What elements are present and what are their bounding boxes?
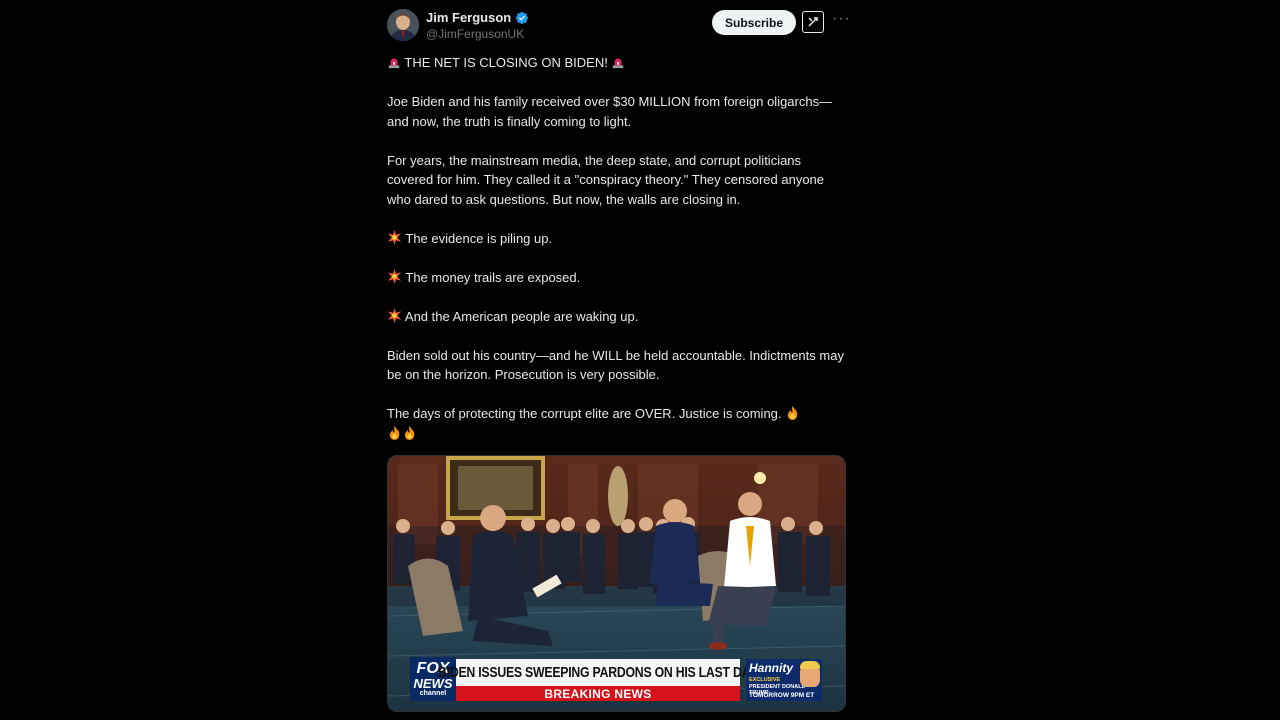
headline-text: THE NET IS CLOSING ON BIDEN! [404, 55, 608, 70]
bullet-text: The evidence is piling up. [405, 230, 553, 246]
fire-emoji-icon [787, 406, 798, 421]
paragraph: Biden sold out his country—and he WILL b… [387, 347, 844, 383]
collision-emoji-icon [387, 229, 402, 245]
collision-emoji-icon [387, 307, 402, 323]
siren-emoji-icon [388, 58, 400, 69]
video-media[interactable]: FOX NEWS channel BIDEN ISSUES SWEEPING P… [387, 455, 846, 712]
grok-icon[interactable] [802, 11, 824, 33]
promo-portrait-hair [800, 661, 820, 669]
fox-logo-bottom: channel [419, 690, 447, 697]
chyron-headline: BIDEN ISSUES SWEEPING PARDONS ON HIS LAS… [438, 664, 758, 681]
show-promo: Hannity EXCLUSIVE PRESIDENT DONALD TRUMP… [746, 659, 822, 701]
promo-line-1: EXCLUSIVE [749, 677, 781, 683]
paragraph: Joe Biden and his family received over $… [387, 93, 833, 129]
paragraph: For years, the mainstream media, the dee… [387, 152, 825, 207]
subscribe-button[interactable]: Subscribe [712, 10, 796, 35]
breaking-news-bar: BREAKING NEWS [456, 686, 740, 701]
siren-emoji-icon [613, 58, 624, 69]
bullet-line: The money trails are exposed. [387, 268, 847, 288]
bullet-line: The evidence is piling up. [387, 229, 847, 249]
author-handle[interactable]: @JimFergusonUK [426, 27, 524, 41]
tweet-text: THE NET IS CLOSING ON BIDEN! Joe Biden a… [387, 53, 847, 463]
breaking-news-label: BREAKING NEWS [544, 686, 652, 701]
closing-text: The days of protecting the corrupt elite… [387, 406, 782, 422]
chyron-headline-bar: BIDEN ISSUES SWEEPING PARDONS ON HIS LAS… [438, 659, 758, 686]
promo-time: TOMORROW 9PM ET [749, 692, 815, 699]
collision-emoji-icon [387, 268, 402, 284]
more-icon[interactable]: ··· [832, 10, 851, 28]
news-chyron: FOX NEWS channel BIDEN ISSUES SWEEPING P… [410, 657, 822, 701]
promo-title: Hannity [749, 661, 794, 675]
fire-emoji-icon [389, 425, 400, 440]
author-name[interactable]: Jim Ferguson [426, 10, 529, 25]
closing-line: The days of protecting the corrupt elite… [387, 404, 847, 443]
verified-badge-icon [516, 11, 529, 24]
author-name-text: Jim Ferguson [426, 10, 512, 25]
bullet-text: The money trails are exposed. [405, 269, 581, 285]
headline-line: THE NET IS CLOSING ON BIDEN! [387, 53, 847, 73]
avatar[interactable] [387, 9, 419, 41]
fire-emoji-icon [404, 425, 415, 440]
bullet-text: And the American people are waking up. [404, 308, 639, 324]
bullet-line: And the American people are waking up. [387, 307, 847, 327]
tweet: Jim Ferguson @JimFergusonUK Subscribe ··… [387, 0, 850, 720]
